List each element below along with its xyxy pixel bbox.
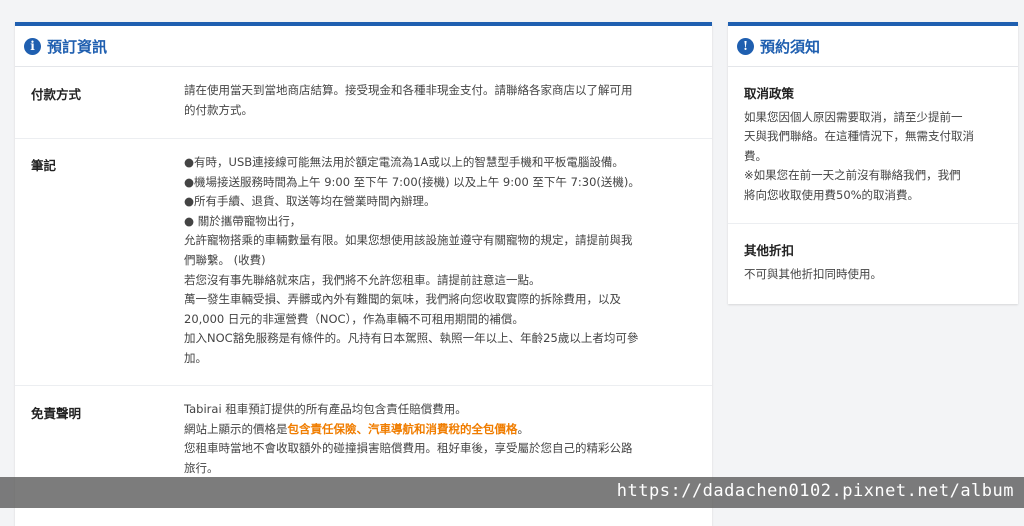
text-line: 萬一發生車輛受損、弄髒或內外有難聞的氣味，我們將向您收取實際的拆除費用，以及 — [184, 292, 621, 307]
watermark-url: https://dadachen0102.pixnet.net/album — [616, 481, 1014, 501]
text-line: 加入NOC豁免服務是有條件的。凡持有日本駕照、執照一年以上、年齡25歲以上者均可… — [184, 331, 639, 346]
cancellation-policy-section: 取消政策 如果您因個人原因需要取消，請至少提前一 天與我們聯絡。在這種情況下，無… — [728, 67, 1018, 224]
text-line: 20,000 日元的非運營費（NOC），作為車輛不可租用期間的補償。 — [184, 311, 524, 326]
price-text-suffix: 。 — [517, 421, 530, 436]
notes-label: 筆記 — [31, 158, 57, 173]
text-line: 請在使用當天到當地商店結算。接受現金和各種非現金支付。請聯絡各家商店以了解可用 — [184, 83, 633, 97]
exclamation-icon: ! — [737, 37, 754, 55]
text-line: 如果您因個人原因需要取消，請至少提前一 — [744, 110, 963, 124]
other-discounts-label: 其他折扣 — [744, 243, 795, 258]
text-line: ● 關於攜帶寵物出行， — [184, 213, 302, 228]
payment-method-text: 請在使用當天到當地商店結算。接受現金和各種非現金支付。請聯絡各家商店以了解可用 … — [184, 67, 692, 138]
text-line: 費。 — [744, 148, 767, 163]
text-line: 們聯繫。 (收費) — [184, 252, 266, 267]
text-line: 天與我們聯絡。在這種情況下，無需支付取消 — [744, 129, 974, 144]
price-text-prefix: 網站上顯示的價格是 — [184, 421, 288, 436]
text-line: 的付款方式。 — [184, 102, 253, 117]
text-line: ※如果您在前一天之前沒有聯絡我們，我們 — [744, 168, 961, 183]
booking-notice-title: 預約須知 — [760, 37, 821, 56]
booking-info-header: i 預訂資訊 — [15, 26, 712, 67]
notes-text: ●有時，USB連接線可能無法用於額定電流為1A或以上的智慧型手機和平板電腦設備。… — [184, 139, 692, 385]
text-line: 網站上顯示的價格是包含責任保險、汽車導航和消費稅的全包價格。 — [184, 420, 692, 440]
all-inclusive-price-highlight: 包含責任保險、汽車導航和消費稅的全包價格 — [287, 421, 518, 436]
booking-info-panel: i 預訂資訊 付款方式 請在使用當天到當地商店結算。接受現金和各種非現金支付。請… — [15, 22, 712, 526]
cancellation-policy-label: 取消政策 — [744, 86, 795, 101]
info-icon: i — [24, 37, 41, 55]
text-line: 若您沒有事先聯絡就來店，我們將不允許您租車。請提前註意這一點。 — [184, 272, 541, 287]
text-line: ●機場接送服務時間為上午 9:00 至下午 7:00(接機) 以及上午 9:00… — [184, 174, 640, 189]
booking-info-title: 預訂資訊 — [47, 37, 108, 56]
text-line: Tabirai 租車預訂提供的所有產品均包含責任賠償費用。 — [184, 402, 467, 416]
text-line: 將向您收取使用費50%的取消費。 — [744, 187, 920, 202]
disclaimer-text: Tabirai 租車預訂提供的所有產品均包含責任賠償費用。 網站上顯示的價格是包… — [184, 386, 692, 478]
payment-method-row: 付款方式 請在使用當天到當地商店結算。接受現金和各種非現金支付。請聯絡各家商店以… — [15, 67, 712, 139]
disclaimer-row: 免責聲明 Tabirai 租車預訂提供的所有產品均包含責任賠償費用。 網站上顯示… — [15, 386, 712, 478]
watermark-bar: https://dadachen0102.pixnet.net/album — [0, 477, 1024, 508]
text-line: 加。 — [184, 350, 207, 365]
text-line: ●所有手續、退貨、取送等均在營業時間內辦理。 — [184, 194, 436, 209]
cancellation-policy-text: 如果您因個人原因需要取消，請至少提前一 天與我們聯絡。在這種情況下，無需支付取消… — [744, 108, 1002, 205]
text-line: 允許寵物搭乘的車輛數量有限。如果您想使用該設施並遵守有關寵物的規定，請提前與我 — [184, 233, 633, 248]
notes-row: 筆記 ●有時，USB連接線可能無法用於額定電流為1A或以上的智慧型手機和平板電腦… — [15, 139, 712, 386]
text-line: 您租車時當地不會收取額外的碰撞損害賠償費用。租好車後，享受屬於您自己的精彩公路 — [184, 441, 633, 456]
text-line: 旅行。 — [184, 460, 219, 475]
other-discounts-section: 其他折扣 不可與其他折扣同時使用。 — [728, 224, 1018, 284]
disclaimer-label: 免責聲明 — [31, 406, 82, 421]
booking-notice-panel: ! 預約須知 取消政策 如果您因個人原因需要取消，請至少提前一 天與我們聯絡。在… — [728, 22, 1018, 304]
other-discounts-text: 不可與其他折扣同時使用。 — [744, 267, 882, 281]
booking-notice-header: ! 預約須知 — [728, 26, 1018, 67]
text-line: ●有時，USB連接線可能無法用於額定電流為1A或以上的智慧型手機和平板電腦設備。 — [184, 155, 624, 169]
payment-method-label: 付款方式 — [31, 87, 82, 102]
